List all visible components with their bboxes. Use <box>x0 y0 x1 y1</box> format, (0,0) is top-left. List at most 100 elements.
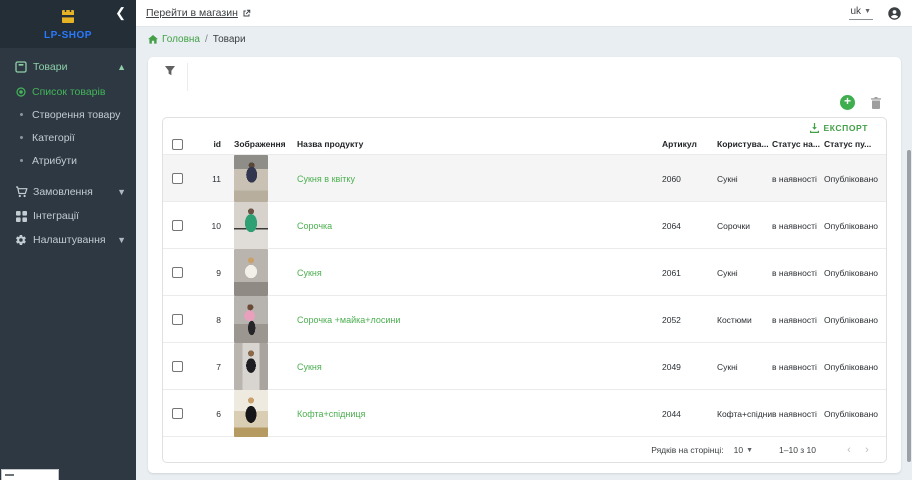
link-preview-tooltip <box>1 469 59 480</box>
cell-id: 11 <box>197 174 225 184</box>
language-select[interactable]: uk ▼ <box>849 6 874 20</box>
select-all-checkbox[interactable] <box>172 139 183 150</box>
add-product-button[interactable]: + <box>840 95 855 110</box>
column-header-category[interactable]: Користува... <box>717 139 772 149</box>
column-header-sku[interactable]: Артикул <box>662 139 717 149</box>
product-name-link[interactable]: Сорочка <box>297 221 662 231</box>
sidebar-item-label: Список товарів <box>32 86 105 98</box>
column-header-publish-status[interactable]: Статус пу... <box>824 139 886 149</box>
table-row[interactable]: 9 Сукня 2061 Сукні в наявності Опубліков… <box>163 248 886 295</box>
shopping-cart-icon <box>10 186 32 198</box>
logo-text: LP-SHOP <box>0 30 136 41</box>
sidebar-item-categories[interactable]: Категорії <box>0 126 136 149</box>
sidebar-header: LP-SHOP ❮ <box>0 0 136 48</box>
column-header-name[interactable]: Назва продукту <box>297 139 662 149</box>
product-name-link[interactable]: Сукня <box>297 268 662 278</box>
sidebar-item-orders[interactable]: Замовлення ▼ <box>0 180 136 204</box>
sidebar-item-label: Налаштування <box>33 234 117 246</box>
cell-publish-status: Опубліковано <box>824 268 886 278</box>
product-image[interactable] <box>234 155 268 202</box>
cell-id: 9 <box>197 268 225 278</box>
sidebar-collapse-icon[interactable]: ❮ <box>115 6 126 19</box>
next-page-icon[interactable]: › <box>858 444 876 456</box>
filter-funnel-icon[interactable] <box>164 65 176 77</box>
cell-stock-status: в наявності <box>772 362 824 372</box>
row-checkbox[interactable] <box>172 267 183 278</box>
sidebar-item-product-create[interactable]: Створення товару <box>0 103 136 126</box>
table-row[interactable]: 6 Кофта+спідниця 2044 Кофта+спідниця в н… <box>163 389 886 436</box>
product-image[interactable] <box>234 296 268 343</box>
chevron-down-icon: ▼ <box>117 235 126 245</box>
rows-per-page-value: 10 <box>734 445 743 455</box>
caret-down-icon: ▼ <box>864 8 871 15</box>
sidebar-item-label: Створення товару <box>32 109 120 121</box>
row-checkbox[interactable] <box>172 361 183 372</box>
rows-per-page-label: Рядків на сторінці: <box>651 445 723 455</box>
sidebar-item-label: Атрибути <box>32 155 77 167</box>
vertical-scrollbar[interactable] <box>907 150 911 462</box>
cell-publish-status: Опубліковано <box>824 221 886 231</box>
cell-sku: 2064 <box>662 221 717 231</box>
product-image[interactable] <box>234 202 268 249</box>
table-row[interactable]: 7 Сукня 2049 Сукні в наявності Опубліков… <box>163 342 886 389</box>
table-row[interactable]: 8 Сорочка +майка+лосини 2052 Костюми в н… <box>163 295 886 342</box>
sidebar-item-products[interactable]: Товари ▲ <box>0 54 136 80</box>
export-button[interactable]: ЕКСПОРТ <box>810 123 868 133</box>
cell-id: 10 <box>197 221 225 231</box>
cell-stock-status: в наявності <box>772 221 824 231</box>
product-image[interactable] <box>234 249 268 296</box>
sidebar-item-settings[interactable]: Налаштування ▼ <box>0 228 136 252</box>
external-link-icon <box>242 9 251 18</box>
store-link-label: Перейти в магазин <box>146 7 238 19</box>
cell-id: 8 <box>197 315 225 325</box>
language-value: uk <box>851 6 862 17</box>
cell-category: Сукні <box>717 268 772 278</box>
caret-down-icon: ▼ <box>746 447 753 454</box>
product-image[interactable] <box>234 343 268 390</box>
cell-category: Сукні <box>717 362 772 372</box>
product-name-link[interactable]: Сукня <box>297 362 662 372</box>
product-name-link[interactable]: Сорочка +майка+лосини <box>297 315 662 325</box>
table-row[interactable]: 11 Сукня в квітку 2060 Сукні в наявності… <box>163 154 886 201</box>
breadcrumb: Головна / Товари <box>148 34 246 45</box>
row-checkbox[interactable] <box>172 220 183 231</box>
shopping-bag-logo-icon <box>60 6 76 24</box>
cell-id: 6 <box>197 409 225 419</box>
go-to-store-link[interactable]: Перейти в магазин <box>146 7 251 19</box>
bullet-icon <box>10 136 32 139</box>
column-header-image[interactable]: Зображення <box>234 139 297 149</box>
column-header-stock-status[interactable]: Статус на... <box>772 139 824 149</box>
column-header-id[interactable]: id <box>197 139 225 149</box>
sidebar-item-integrations[interactable]: Інтеграції <box>0 204 136 228</box>
product-name-link[interactable]: Сукня в квітку <box>297 174 662 184</box>
table-row[interactable]: 10 Сорочка 2064 Сорочки в наявності Опуб… <box>163 201 886 248</box>
product-image[interactable] <box>234 390 268 437</box>
product-name-link[interactable]: Кофта+спідниця <box>297 409 662 419</box>
sidebar-item-attributes[interactable]: Атрибути <box>0 149 136 172</box>
previous-page-icon[interactable]: ‹ <box>840 444 858 456</box>
account-avatar-icon[interactable] <box>887 6 902 21</box>
cell-stock-status: в наявності <box>772 174 824 184</box>
sidebar-item-product-list[interactable]: Список товарів <box>0 80 136 103</box>
cell-sku: 2060 <box>662 174 717 184</box>
row-checkbox[interactable] <box>172 408 183 419</box>
breadcrumb-current: Товари <box>213 34 246 45</box>
row-checkbox[interactable] <box>172 173 183 184</box>
delete-icon[interactable] <box>871 97 881 109</box>
export-row: ЕКСПОРТ <box>163 118 886 134</box>
row-checkbox[interactable] <box>172 314 183 325</box>
table-pagination: Рядків на сторінці: 10 ▼ 1–10 з 10 ‹ › <box>163 436 886 463</box>
download-icon <box>810 123 819 133</box>
cell-publish-status: Опубліковано <box>824 409 886 419</box>
rows-per-page-select[interactable]: 10 ▼ <box>734 445 753 455</box>
cell-publish-status: Опубліковано <box>824 315 886 325</box>
products-table-card: ЕКСПОРТ id Зображення Назва продукту Арт… <box>162 117 887 463</box>
sidebar-item-label: Категорії <box>32 132 75 144</box>
cell-category: Кофта+спідниця <box>717 409 772 419</box>
products-box-icon <box>10 61 32 73</box>
cell-sku: 2052 <box>662 315 717 325</box>
table-header-row: id Зображення Назва продукту Артикул Кор… <box>163 134 886 154</box>
breadcrumb-home-link[interactable]: Головна <box>148 34 200 45</box>
sidebar-menu: Товари ▲ Список товарів Створення товару… <box>0 48 136 252</box>
cell-sku: 2061 <box>662 268 717 278</box>
